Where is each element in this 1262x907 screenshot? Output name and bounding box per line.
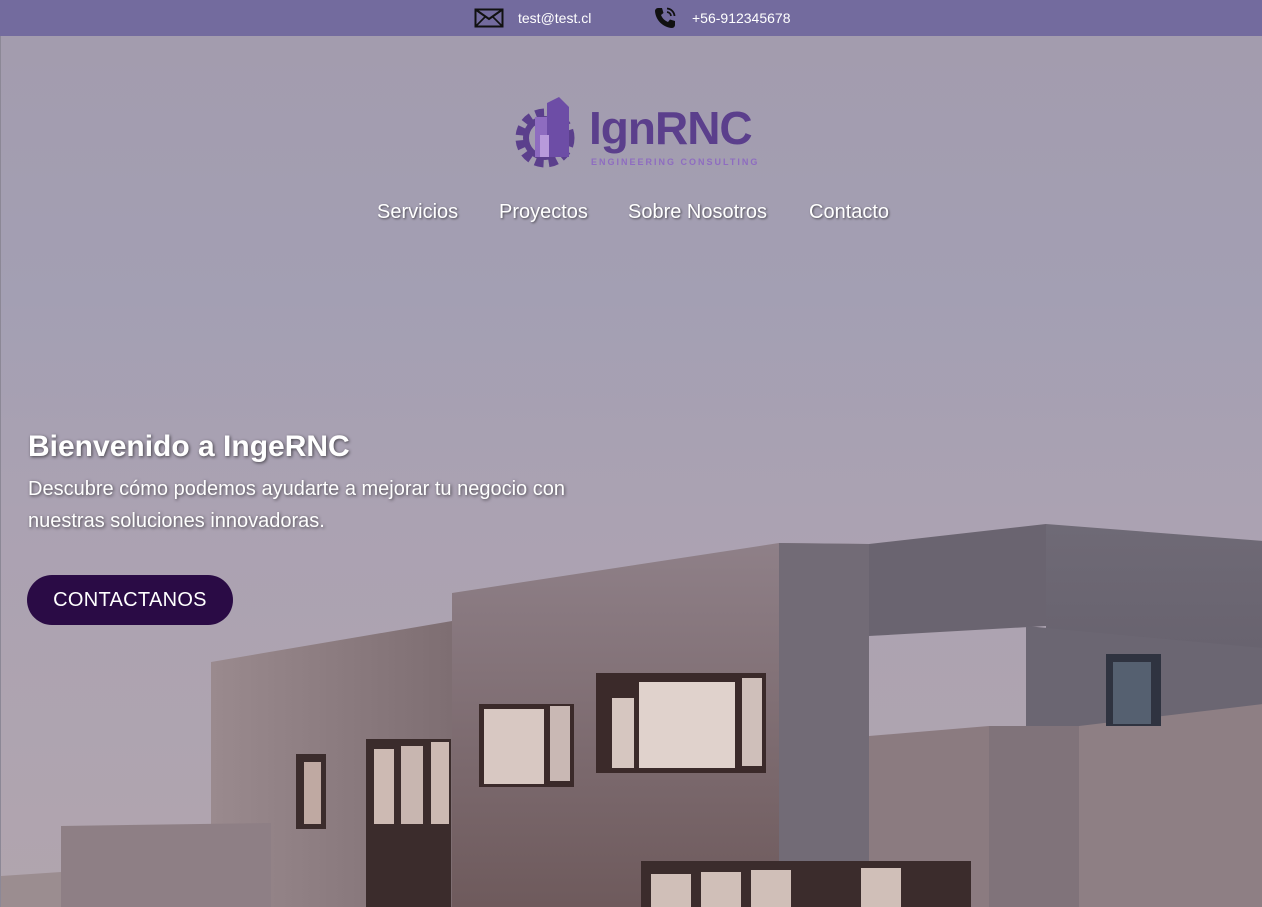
hero-title: Bienvenido a IngeRNC [28,430,350,463]
hero-text-block: Bienvenido a IngeRNC Descubre cómo podem… [28,429,628,537]
contact-us-button[interactable]: CONTACTANOS [27,575,233,625]
nav-item-servicios[interactable]: Servicios [377,201,458,224]
nav-item-sobre-nosotros[interactable]: Sobre Nosotros [628,201,767,224]
hero-subtitle: Descubre cómo podemos ayudarte a mejorar… [28,478,565,532]
nav-item-contacto[interactable]: Contacto [809,201,889,224]
brand-name: IgnRNC [589,102,753,154]
brand-tagline: ENGINEERING CONSULTING [591,157,760,167]
top-contact-bar: test@test.cl +56-912345678 [0,0,1262,36]
phone-text[interactable]: +56-912345678 [692,10,791,26]
envelope-icon [474,8,504,28]
hero-section: IgnRNC ENGINEERING CONSULTING Servicios … [0,36,1262,907]
main-nav: Servicios Proyectos Sobre Nosotros Conta… [1,201,1262,231]
nav-item-proyectos[interactable]: Proyectos [499,201,588,224]
phone-icon [652,5,678,31]
brand-logo[interactable]: IgnRNC ENGINEERING CONSULTING [513,95,758,175]
email-text[interactable]: test@test.cl [518,10,591,26]
phone-contact[interactable]: +56-912345678 [652,0,791,36]
email-contact[interactable]: test@test.cl [474,0,591,36]
